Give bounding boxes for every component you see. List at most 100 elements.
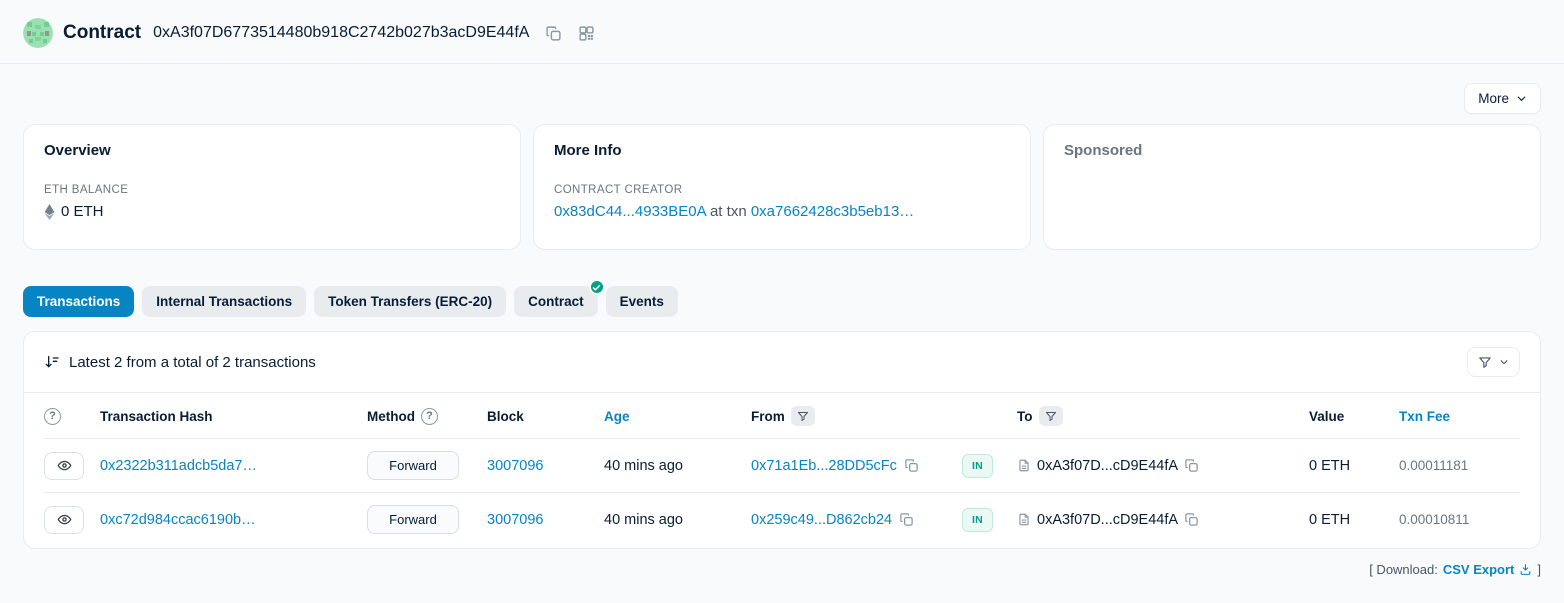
copy-icon[interactable] bbox=[899, 512, 914, 527]
copy-address-icon[interactable] bbox=[545, 25, 562, 42]
from-address-link[interactable]: 0x71a1Eb...28DD5cFc bbox=[751, 458, 897, 474]
method-badge[interactable]: Forward bbox=[367, 451, 459, 480]
chevron-down-icon bbox=[1499, 357, 1509, 367]
to-address-text: 0xA3f07D...cD9E44fA bbox=[1037, 512, 1178, 528]
contract-file-icon bbox=[1017, 512, 1031, 527]
transactions-summary-text: Latest 2 from a total of 2 transactions bbox=[69, 354, 316, 371]
txn-fee-cell: 0.00011181 bbox=[1399, 458, 1520, 473]
col-age[interactable]: Age bbox=[604, 409, 751, 424]
table-header-row: ? Transaction Hash Method ? Block Age Fr… bbox=[44, 393, 1520, 438]
direction-badge: IN bbox=[962, 508, 993, 532]
qr-code-icon[interactable] bbox=[578, 25, 595, 42]
ethereum-icon bbox=[44, 204, 55, 220]
help-column-header: ? bbox=[44, 408, 100, 425]
csv-export-label: CSV Export bbox=[1443, 562, 1515, 577]
value-cell: 0 ETH bbox=[1309, 512, 1399, 528]
copy-icon[interactable] bbox=[1184, 512, 1199, 527]
col-from-label: From bbox=[751, 409, 785, 424]
chevron-down-icon bbox=[1516, 93, 1527, 104]
tab-contract[interactable]: Contract bbox=[514, 286, 598, 317]
col-from: From bbox=[751, 406, 962, 426]
to-cell: 0xA3f07D...cD9E44fA bbox=[1017, 458, 1309, 474]
contract-verified-icon bbox=[589, 279, 605, 295]
table-row: 0xc72d984ccac6190b… Forward 3007096 40 m… bbox=[44, 492, 1520, 546]
col-method-label: Method bbox=[367, 409, 415, 424]
txn-hash-link[interactable]: 0x2322b311adcb5da7… bbox=[100, 458, 257, 474]
sort-descending-icon bbox=[44, 354, 60, 370]
csv-export-link[interactable]: CSV Export bbox=[1443, 562, 1533, 577]
from-filter-icon[interactable] bbox=[791, 406, 815, 426]
age-cell: 40 mins ago bbox=[604, 512, 751, 528]
direction-badge: IN bbox=[962, 454, 993, 478]
value-cell: 0 ETH bbox=[1309, 458, 1399, 474]
from-cell: 0x259c49...D862cb24 bbox=[751, 512, 962, 528]
creator-address-link[interactable]: 0x83dC44...4933BE0A bbox=[554, 203, 706, 220]
more-button[interactable]: More bbox=[1464, 83, 1541, 114]
page-content: More Overview ETH BALANCE 0 ETH More Inf… bbox=[0, 83, 1564, 577]
block-link[interactable]: 3007096 bbox=[487, 458, 543, 474]
question-circle-icon[interactable]: ? bbox=[44, 408, 61, 425]
copy-icon[interactable] bbox=[1184, 458, 1199, 473]
col-block: Block bbox=[487, 409, 604, 424]
tab-token-transfers[interactable]: Token Transfers (ERC-20) bbox=[314, 286, 506, 317]
transactions-table: ? Transaction Hash Method ? Block Age Fr… bbox=[24, 393, 1540, 548]
more-info-title: More Info bbox=[554, 142, 1010, 159]
col-method: Method ? bbox=[367, 408, 487, 425]
col-txn-fee[interactable]: Txn Fee bbox=[1399, 409, 1520, 424]
col-value: Value bbox=[1309, 409, 1399, 424]
eth-balance-label: ETH BALANCE bbox=[44, 184, 500, 196]
eth-balance-value: 0 ETH bbox=[61, 203, 104, 220]
col-transaction-hash: Transaction Hash bbox=[100, 409, 367, 424]
to-cell: 0xA3f07D...cD9E44fA bbox=[1017, 512, 1309, 528]
to-filter-icon[interactable] bbox=[1039, 406, 1063, 426]
tab-internal-transactions[interactable]: Internal Transactions bbox=[142, 286, 306, 317]
funnel-icon bbox=[1478, 355, 1492, 369]
overview-card: Overview ETH BALANCE 0 ETH bbox=[23, 124, 521, 250]
download-row: [ Download: CSV Export ] bbox=[23, 562, 1541, 577]
method-help-icon[interactable]: ? bbox=[421, 408, 438, 425]
col-to: To bbox=[1017, 406, 1309, 426]
row-preview-cell bbox=[44, 452, 100, 480]
download-suffix: ] bbox=[1537, 562, 1541, 577]
download-icon bbox=[1519, 563, 1532, 576]
more-button-label: More bbox=[1478, 91, 1509, 106]
page-header: Contract 0xA3f07D6773514480b918C2742b027… bbox=[0, 0, 1564, 64]
more-info-card: More Info CONTRACT CREATOR 0x83dC44...49… bbox=[533, 124, 1031, 250]
tab-contract-label: Contract bbox=[528, 294, 584, 309]
transactions-summary: Latest 2 from a total of 2 transactions bbox=[44, 354, 316, 371]
col-to-label: To bbox=[1017, 409, 1033, 424]
page-title: Contract bbox=[63, 22, 141, 44]
sponsored-card: Sponsored bbox=[1043, 124, 1541, 250]
contract-file-icon bbox=[1017, 458, 1031, 473]
tabs-row: Transactions Internal Transactions Token… bbox=[23, 286, 1541, 317]
age-cell: 40 mins ago bbox=[604, 458, 751, 474]
txn-fee-cell: 0.00010811 bbox=[1399, 512, 1520, 527]
creation-txn-link[interactable]: 0xa7662428c3b5eb13… bbox=[751, 203, 914, 220]
info-cards-row: Overview ETH BALANCE 0 ETH More Info CON… bbox=[23, 124, 1541, 250]
download-prefix: [ Download: bbox=[1369, 562, 1438, 577]
block-link[interactable]: 3007096 bbox=[487, 512, 543, 528]
transactions-card-header: Latest 2 from a total of 2 transactions bbox=[24, 332, 1540, 393]
eye-icon[interactable] bbox=[44, 506, 84, 534]
contract-identicon bbox=[23, 18, 53, 48]
overview-title: Overview bbox=[44, 142, 500, 159]
row-preview-cell bbox=[44, 506, 100, 534]
tab-events[interactable]: Events bbox=[606, 286, 678, 317]
table-row: 0x2322b311adcb5da7… Forward 3007096 40 m… bbox=[44, 438, 1520, 492]
contract-address: 0xA3f07D6773514480b918C2742b027b3acD9E44… bbox=[153, 24, 529, 42]
creator-connector-text: at txn bbox=[710, 203, 747, 220]
method-badge[interactable]: Forward bbox=[367, 505, 459, 534]
eye-icon[interactable] bbox=[44, 452, 84, 480]
from-address-link[interactable]: 0x259c49...D862cb24 bbox=[751, 512, 892, 528]
contract-creator-label: CONTRACT CREATOR bbox=[554, 184, 1010, 196]
sponsored-title: Sponsored bbox=[1064, 142, 1520, 159]
toolbar-row: More bbox=[23, 83, 1541, 114]
from-cell: 0x71a1Eb...28DD5cFc bbox=[751, 458, 962, 474]
to-address-text: 0xA3f07D...cD9E44fA bbox=[1037, 458, 1178, 474]
txn-hash-link[interactable]: 0xc72d984ccac6190b… bbox=[100, 512, 256, 528]
table-filter-button[interactable] bbox=[1467, 347, 1520, 377]
eth-balance-value-row: 0 ETH bbox=[44, 203, 500, 220]
copy-icon[interactable] bbox=[904, 458, 919, 473]
tab-transactions[interactable]: Transactions bbox=[23, 286, 134, 317]
contract-creator-line: 0x83dC44...4933BE0A at txn 0xa7662428c3b… bbox=[554, 203, 1010, 220]
